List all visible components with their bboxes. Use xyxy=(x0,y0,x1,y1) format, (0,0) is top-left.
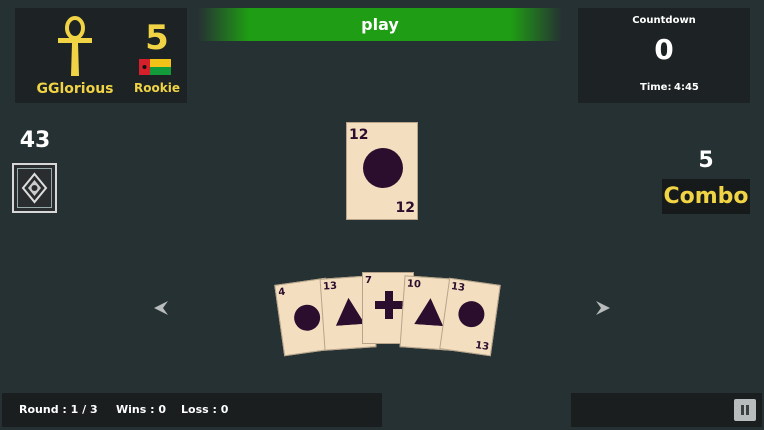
card-number-bottom: 13 xyxy=(474,340,490,353)
time-label: Time: xyxy=(640,82,672,93)
deck-count: 43 xyxy=(19,128,51,153)
card-number-bottom: 12 xyxy=(395,200,415,216)
card-number-top: 13 xyxy=(322,280,338,293)
circle-icon xyxy=(458,301,485,328)
pause-button[interactable] xyxy=(734,399,756,421)
play-bar[interactable]: play xyxy=(198,8,562,41)
triangle-icon xyxy=(335,297,365,326)
combo-count: 5 xyxy=(698,148,714,173)
flag-icon xyxy=(139,59,171,75)
card-back-icon xyxy=(17,168,52,208)
hand-card[interactable]: 13 13 xyxy=(439,277,501,357)
player-level: 5 xyxy=(145,18,169,58)
countdown-value: 0 xyxy=(654,33,674,66)
ankh-icon xyxy=(58,16,92,76)
deck-pile[interactable] xyxy=(12,163,57,213)
arrow-right-icon[interactable] xyxy=(596,300,610,316)
cross-icon xyxy=(375,291,403,319)
center-card: 12 12 xyxy=(346,122,418,220)
player-rank: Rookie xyxy=(134,81,180,95)
controls-bar xyxy=(571,393,762,427)
round-status: Round : 1 / 3 xyxy=(19,403,98,416)
card-number-top: 4 xyxy=(277,286,287,299)
time-value: 4:45 xyxy=(674,82,699,93)
player-name: GGlorious xyxy=(36,81,114,97)
circle-icon xyxy=(363,148,403,188)
combo-badge: Combo xyxy=(662,179,750,214)
arrow-left-icon[interactable] xyxy=(154,300,168,316)
card-number-top: 7 xyxy=(365,275,372,286)
play-label: play xyxy=(361,15,399,34)
triangle-icon xyxy=(414,298,444,327)
loss-status: Loss : 0 xyxy=(181,403,229,416)
card-number-top: 13 xyxy=(450,281,466,294)
player-panel: GGlorious 5 Rookie xyxy=(15,8,187,103)
circle-icon xyxy=(294,304,321,331)
countdown-title: Countdown xyxy=(632,15,696,26)
card-number-top: 10 xyxy=(406,278,422,291)
status-bar: Round : 1 / 3 Wins : 0 Loss : 0 xyxy=(2,393,382,427)
pause-icon xyxy=(741,405,749,415)
countdown-panel: Countdown 0 Time: 4:45 xyxy=(578,8,750,103)
card-number-top: 12 xyxy=(349,127,369,143)
wins-status: Wins : 0 xyxy=(116,403,166,416)
combo-label: Combo xyxy=(663,184,749,209)
